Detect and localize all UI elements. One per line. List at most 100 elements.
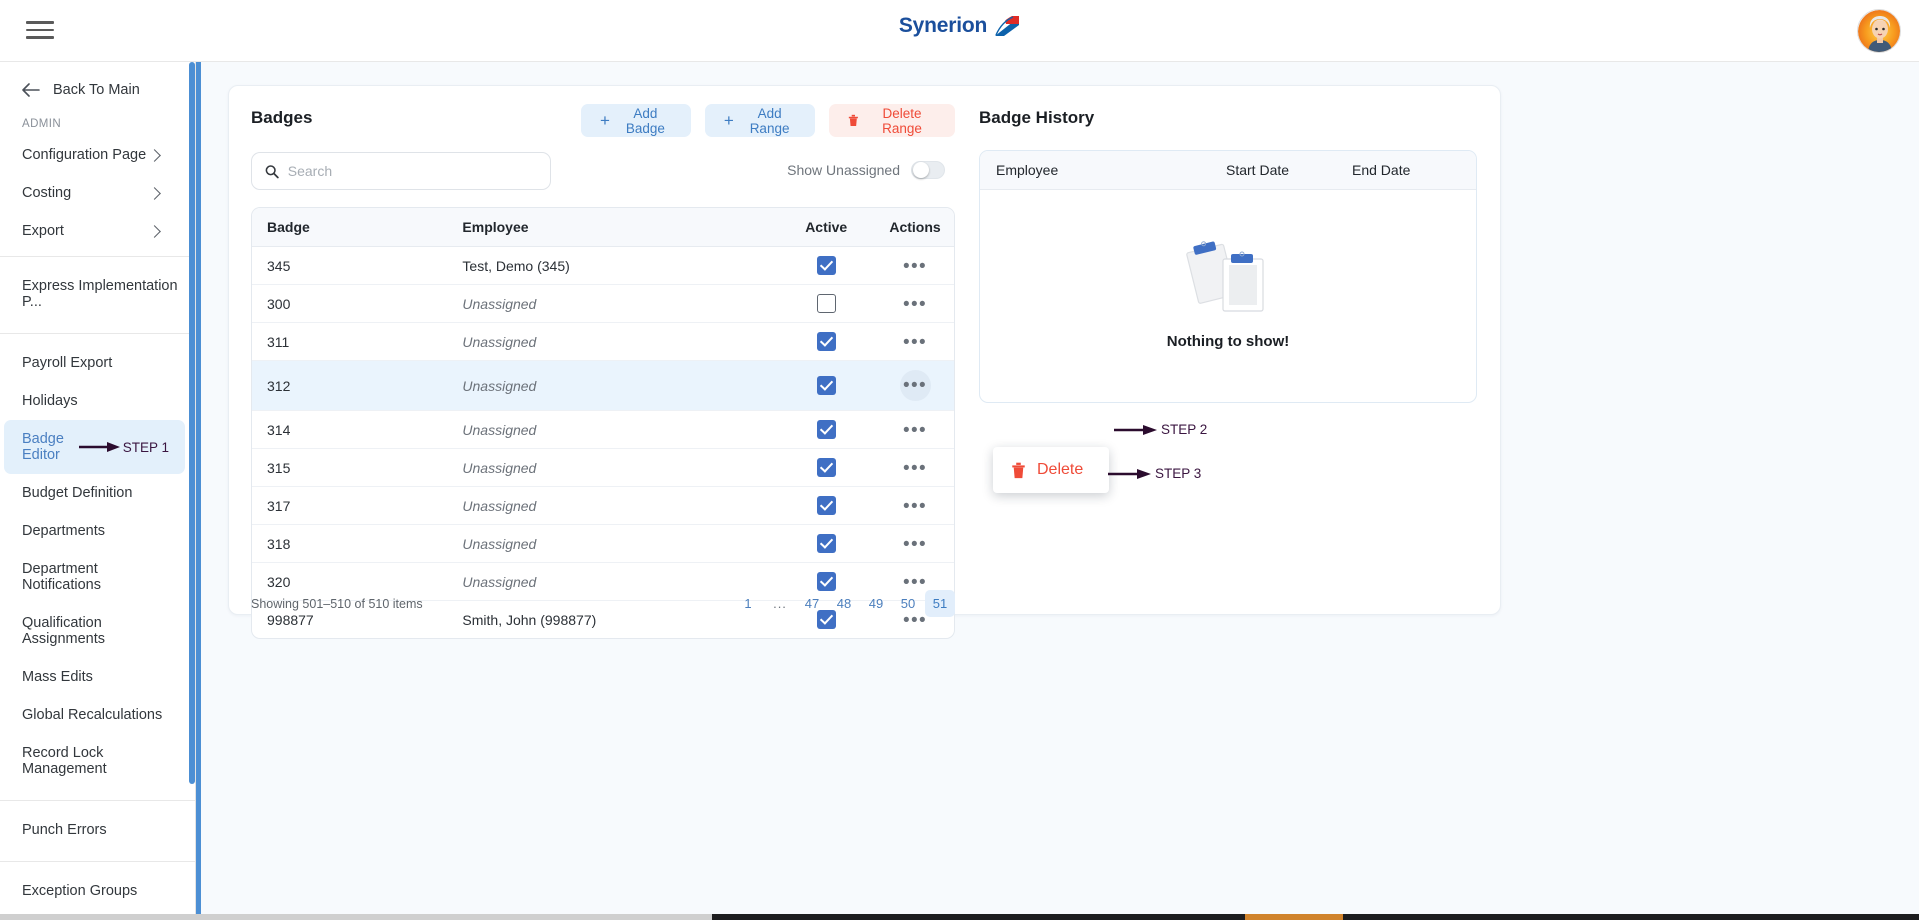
sidebar-item-exception-groups[interactable]: Exception Groups	[0, 872, 195, 910]
badge-history-section: Badge History Employee Start Date End Da…	[979, 108, 1477, 403]
active-checkbox[interactable]	[816, 534, 836, 553]
table-row[interactable]: 314 Unassigned •••	[252, 410, 954, 449]
active-checkbox[interactable]	[816, 294, 836, 313]
table-row[interactable]: 318 Unassigned •••	[252, 524, 954, 563]
row-actions-menu-icon[interactable]: •••	[903, 333, 927, 352]
table-row[interactable]: 312 Unassigned •••	[252, 360, 954, 411]
delete-range-button[interactable]: Delete Range	[829, 104, 956, 137]
sidebar-item-costing[interactable]: Costing	[0, 174, 195, 212]
row-actions-menu-icon[interactable]: •••	[903, 257, 927, 276]
cell-active	[776, 524, 877, 563]
sidebar-item-mass-edits[interactable]: Mass Edits	[0, 658, 195, 696]
search-icon	[265, 164, 279, 178]
sidebar-item-budget-definition[interactable]: Budget Definition	[0, 474, 195, 512]
badges-table: Badge Employee Active Actions 345 Test, D…	[251, 207, 955, 639]
badges-table-footer: Showing 501–510 of 510 items 1... 47 48 49 5…	[251, 590, 955, 617]
pagination-page-47[interactable]: 47	[797, 590, 827, 617]
active-checkbox[interactable]	[816, 458, 836, 477]
sidebar-item-label: Holidays	[22, 393, 78, 409]
cell-active	[776, 410, 877, 449]
row-actions-menu-button[interactable]: •••	[899, 370, 931, 401]
toggle-knob	[913, 162, 929, 178]
user-avatar[interactable]	[1857, 9, 1901, 53]
column-header-start-date: Start Date	[1226, 162, 1290, 178]
active-checkbox[interactable]	[816, 572, 836, 591]
table-row[interactable]: 311 Unassigned •••	[252, 322, 954, 361]
cell-employee: Unassigned	[447, 448, 777, 487]
sidebar-item-export[interactable]: Export	[0, 212, 195, 250]
cell-badge: 315	[252, 448, 448, 487]
pagination-page-49[interactable]: 49	[861, 590, 891, 617]
step-1-label: STEP 1	[122, 439, 169, 455]
cell-actions: •••	[876, 486, 954, 525]
add-badge-label: Add Badge	[625, 105, 665, 136]
sidebar-exception-group: Exception Groups	[0, 862, 195, 920]
sidebar-item-payroll-export[interactable]: Payroll Export	[0, 344, 195, 382]
column-header-end-date: End Date	[1352, 162, 1411, 178]
cell-active	[776, 448, 877, 487]
add-badge-button[interactable]: + Add Badge	[581, 104, 691, 137]
column-header-active: Active	[776, 208, 877, 247]
pagination-page-48[interactable]: 48	[829, 590, 859, 617]
pagination-ellipsis[interactable]: ...	[765, 590, 795, 617]
badge-history-header-row: Employee Start Date End Date	[980, 151, 1476, 190]
table-row[interactable]: 315 Unassigned •••	[252, 448, 954, 487]
active-checkbox[interactable]	[816, 332, 836, 351]
table-row[interactable]: 345 Test, Demo (345) •••	[252, 246, 954, 285]
badge-editor-panel: Badges + Add Badge + Add Range Delete Ra…	[228, 85, 1501, 639]
show-unassigned-toggle[interactable]	[911, 161, 945, 179]
sidebar-item-global-recalculations[interactable]: Global Recalculations	[0, 696, 195, 734]
sidebar-item-label: Exception Groups	[22, 883, 138, 899]
cell-employee: Unassigned	[447, 360, 777, 411]
add-range-button[interactable]: + Add Range	[704, 104, 816, 137]
delete-menu-item[interactable]: Delete	[1037, 461, 1083, 479]
row-actions-menu-icon[interactable]: •••	[903, 295, 927, 314]
pagination-page-50[interactable]: 50	[893, 590, 923, 617]
sidebar-punch-group: Punch Errors	[0, 801, 195, 862]
row-actions-menu-icon[interactable]: •••	[903, 535, 927, 554]
cell-actions: •••	[876, 284, 954, 323]
back-to-main-button[interactable]: Back To Main	[0, 62, 195, 114]
row-actions-menu-icon[interactable]: •••	[903, 421, 927, 440]
search-input[interactable]	[287, 163, 537, 179]
row-actions-menu-icon[interactable]: •••	[903, 497, 927, 516]
show-unassigned-control[interactable]: Show Unassigned	[787, 161, 945, 179]
sidebar-item-label: Express Implementation P...	[22, 278, 178, 310]
clipboard-empty-illustration-icon	[1186, 240, 1264, 312]
active-checkbox[interactable]	[816, 256, 836, 275]
pagination-page-51[interactable]: 51	[925, 590, 955, 617]
main-canvas: Badges + Add Badge + Add Range Delete Ra…	[196, 62, 1919, 920]
table-row[interactable]: 300 Unassigned •••	[252, 284, 954, 323]
cell-actions: •••	[876, 410, 954, 449]
trash-icon	[849, 114, 859, 127]
sidebar-item-departments[interactable]: Departments	[0, 512, 195, 550]
active-checkbox[interactable]	[816, 420, 836, 439]
sidebar-item-department-notifications[interactable]: Department Notifications	[0, 550, 195, 604]
sidebar-scrollbar-thumb[interactable]	[189, 62, 195, 784]
sidebar[interactable]: Back To Main ADMIN Configuration Page Co…	[0, 62, 196, 920]
row-actions-menu-icon[interactable]: •••	[903, 573, 927, 592]
sidebar-item-holidays[interactable]: Holidays	[0, 382, 195, 420]
row-actions-menu-icon[interactable]: •••	[903, 376, 927, 395]
active-checkbox[interactable]	[816, 496, 836, 515]
row-context-menu[interactable]: Delete	[993, 447, 1109, 493]
cell-active	[776, 360, 877, 411]
sidebar-item-qualification-assignments[interactable]: Qualification Assignments	[0, 604, 195, 658]
sidebar-item-badge-editor[interactable]: Badge Editor STEP 1	[4, 420, 185, 474]
chevron-right-icon	[148, 148, 161, 162]
sidebar-item-configuration-page[interactable]: Configuration Page	[0, 136, 195, 174]
pagination-page-1[interactable]: 1	[733, 590, 763, 617]
active-checkbox[interactable]	[816, 376, 836, 395]
badge-history-empty-state: Nothing to show!	[980, 190, 1476, 394]
pagination[interactable]: 1... 47 48 49 50 51	[733, 590, 955, 617]
table-row[interactable]: 317 Unassigned •••	[252, 486, 954, 525]
row-actions-menu-icon[interactable]: •••	[903, 459, 927, 478]
sidebar-item-express-implementation[interactable]: Express Implementation P...	[0, 267, 195, 321]
cell-badge: 314	[252, 410, 448, 449]
sidebar-scrollbar[interactable]	[188, 62, 195, 920]
sidebar-item-record-lock-management[interactable]: Record Lock Management	[0, 734, 195, 788]
search-box[interactable]	[251, 152, 551, 190]
cell-active	[776, 322, 877, 361]
sidebar-item-punch-errors[interactable]: Punch Errors	[0, 811, 195, 849]
cell-actions: •••	[876, 322, 954, 361]
